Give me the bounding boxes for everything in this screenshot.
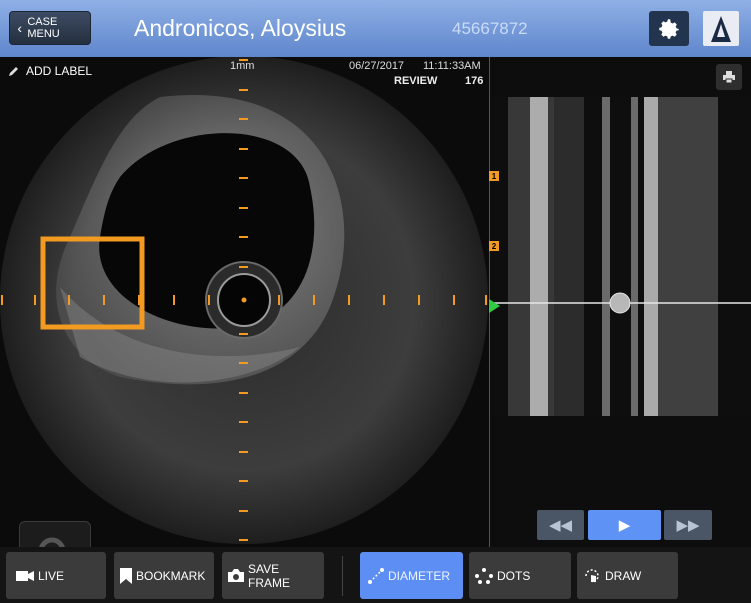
rewind-button[interactable]: ◀◀	[537, 510, 584, 540]
video-camera-icon	[16, 570, 34, 582]
bookmark-marker-2[interactable]: 2	[489, 241, 499, 251]
bookmark-icon	[120, 567, 132, 584]
brand-logo-button[interactable]	[703, 11, 739, 46]
patient-id: 45667872	[452, 19, 528, 38]
print-button[interactable]	[716, 64, 742, 90]
fast-forward-button[interactable]: ▶▶	[664, 510, 712, 540]
bookmark-marker-1[interactable]: 1	[489, 171, 499, 181]
scale-label: 1mm	[230, 60, 255, 72]
hand-draw-icon	[583, 567, 601, 585]
brand-logo	[711, 15, 731, 42]
case-menu-label: CASE MENU	[27, 16, 60, 40]
date-label: 06/27/2017	[349, 60, 405, 72]
mode-label: REVIEW	[394, 75, 438, 87]
frame-number: 176	[465, 75, 484, 87]
chevron-left-icon: ‹	[17, 20, 22, 36]
printer-icon	[723, 71, 735, 84]
diameter-button[interactable]: DIAMETER	[360, 552, 463, 599]
camera-icon	[228, 569, 244, 582]
current-frame-flag-icon	[489, 299, 500, 313]
patient-name: Andronicos, Aloysius	[134, 15, 347, 41]
toolbar-divider	[342, 556, 343, 596]
save-frame-button[interactable]: SAVE FRAME	[222, 552, 324, 599]
case-menu-button[interactable]: ‹ CASE MENU	[9, 11, 91, 45]
play-button[interactable]: ▶	[588, 510, 661, 540]
bookmark-label: BOOKMARK	[136, 568, 206, 583]
settings-button[interactable]	[649, 11, 689, 46]
live-button[interactable]: LIVE	[6, 552, 106, 599]
save-frame-label: SAVE FRAME	[248, 561, 290, 590]
bookmark-button[interactable]: BOOKMARK	[114, 552, 214, 599]
position-slider-handle	[609, 292, 631, 314]
header-bar	[0, 0, 751, 57]
add-label-text: ADD LABEL	[26, 64, 93, 78]
dots-icon	[475, 567, 493, 584]
live-label: LIVE	[38, 568, 65, 583]
gear-icon	[659, 18, 679, 39]
dots-button[interactable]: DOTS	[469, 552, 571, 599]
draw-button[interactable]: DRAW	[577, 552, 678, 599]
longitudinal-view[interactable]	[494, 97, 751, 416]
pencil-icon	[9, 67, 18, 76]
draw-label: DRAW	[605, 568, 642, 583]
ivus-cross-section[interactable]	[0, 57, 488, 547]
add-label-button[interactable]: ADD LABEL	[8, 64, 92, 78]
dots-label: DOTS	[497, 568, 531, 583]
diameter-label: DIAMETER	[388, 568, 451, 583]
diameter-line-icon	[368, 567, 384, 584]
time-label: 11:11:33AM	[423, 60, 481, 72]
